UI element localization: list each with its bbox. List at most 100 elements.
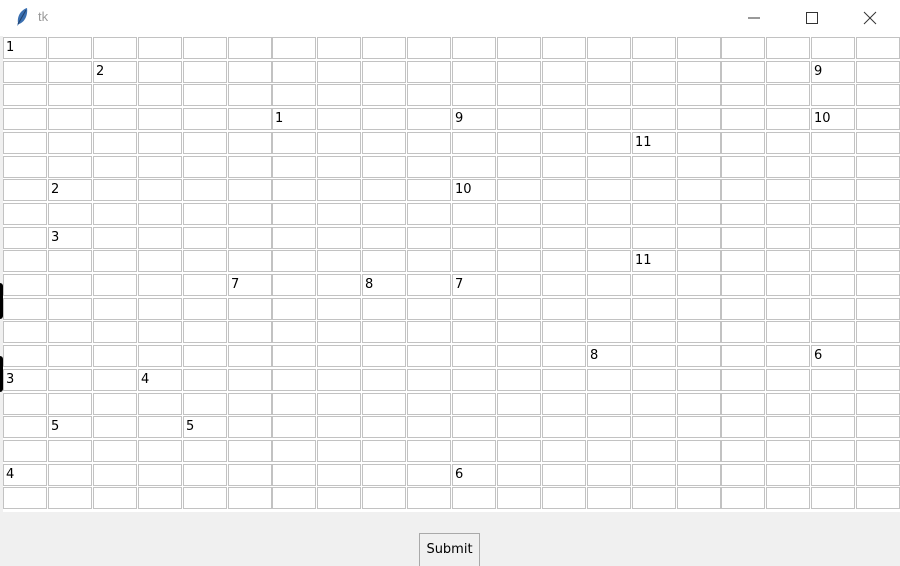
- grid-cell[interactable]: [766, 487, 810, 509]
- grid-cell[interactable]: [48, 108, 92, 130]
- grid-cell[interactable]: [721, 274, 765, 296]
- grid-cell[interactable]: [317, 298, 361, 320]
- grid-cell[interactable]: [183, 369, 227, 391]
- grid-cell[interactable]: [3, 345, 47, 367]
- grid-cell[interactable]: [228, 250, 272, 272]
- grid-cell[interactable]: [317, 108, 361, 130]
- grid-cell[interactable]: [93, 321, 137, 343]
- grid-cell[interactable]: [228, 227, 272, 249]
- grid-cell[interactable]: [48, 274, 92, 296]
- grid-cell[interactable]: [677, 108, 721, 130]
- grid-cell[interactable]: [677, 321, 721, 343]
- grid-cell[interactable]: [632, 156, 676, 178]
- grid-cell[interactable]: [452, 132, 496, 154]
- grid-cell[interactable]: [811, 487, 855, 509]
- grid-cell[interactable]: [677, 179, 721, 201]
- grid-cell[interactable]: [766, 132, 810, 154]
- grid-cell[interactable]: [93, 132, 137, 154]
- grid-cell[interactable]: [452, 250, 496, 272]
- grid-cell[interactable]: [721, 464, 765, 486]
- grid-cell[interactable]: [3, 321, 47, 343]
- grid-cell[interactable]: [811, 440, 855, 462]
- grid-cell[interactable]: [362, 345, 406, 367]
- grid-cell[interactable]: [677, 464, 721, 486]
- grid-cell[interactable]: [766, 345, 810, 367]
- grid-cell[interactable]: [228, 369, 272, 391]
- grid-cell[interactable]: [183, 132, 227, 154]
- grid-cell[interactable]: [272, 37, 316, 59]
- grid-cell[interactable]: [766, 37, 810, 59]
- grid-cell[interactable]: [138, 250, 182, 272]
- grid-cell[interactable]: [587, 132, 631, 154]
- grid-cell[interactable]: [721, 37, 765, 59]
- grid-cell[interactable]: [587, 61, 631, 83]
- grid-cell[interactable]: [407, 61, 451, 83]
- grid-cell[interactable]: [183, 61, 227, 83]
- grid-cell[interactable]: [721, 416, 765, 438]
- grid-cell[interactable]: 2: [93, 61, 137, 83]
- grid-cell[interactable]: [856, 227, 900, 249]
- grid-cell[interactable]: [3, 203, 47, 225]
- grid-cell[interactable]: 4: [138, 369, 182, 391]
- grid-cell[interactable]: [452, 37, 496, 59]
- grid-cell[interactable]: [48, 203, 92, 225]
- grid-cell[interactable]: [856, 250, 900, 272]
- grid-cell[interactable]: [721, 156, 765, 178]
- grid-cell[interactable]: [542, 156, 586, 178]
- grid-cell[interactable]: [3, 487, 47, 509]
- grid-cell[interactable]: [677, 440, 721, 462]
- grid-cell[interactable]: [93, 298, 137, 320]
- grid-cell[interactable]: [272, 369, 316, 391]
- grid-cell[interactable]: [632, 487, 676, 509]
- grid-cell[interactable]: [811, 250, 855, 272]
- grid-cell[interactable]: [362, 464, 406, 486]
- grid-cell[interactable]: [228, 345, 272, 367]
- grid-cell[interactable]: [362, 440, 406, 462]
- grid-cell[interactable]: [317, 37, 361, 59]
- grid-cell[interactable]: [856, 369, 900, 391]
- grid-cell[interactable]: [228, 203, 272, 225]
- grid-cell[interactable]: [362, 487, 406, 509]
- grid-cell[interactable]: [856, 108, 900, 130]
- grid-cell[interactable]: [677, 298, 721, 320]
- grid-cell[interactable]: [721, 440, 765, 462]
- grid-cell[interactable]: [677, 132, 721, 154]
- grid-cell[interactable]: [452, 487, 496, 509]
- grid-cell[interactable]: [542, 345, 586, 367]
- grid-cell[interactable]: [542, 487, 586, 509]
- grid-cell[interactable]: [407, 464, 451, 486]
- grid-cell[interactable]: [721, 227, 765, 249]
- grid-cell[interactable]: [587, 203, 631, 225]
- grid-cell[interactable]: [497, 274, 541, 296]
- grid-cell[interactable]: [497, 298, 541, 320]
- grid-cell[interactable]: [3, 416, 47, 438]
- grid-cell[interactable]: [3, 393, 47, 415]
- grid-cell[interactable]: [183, 345, 227, 367]
- grid-cell[interactable]: [317, 440, 361, 462]
- grid-cell[interactable]: [811, 156, 855, 178]
- grid-cell[interactable]: [497, 108, 541, 130]
- grid-cell[interactable]: [587, 393, 631, 415]
- grid-cell[interactable]: [272, 440, 316, 462]
- grid-cell[interactable]: [3, 440, 47, 462]
- grid-cell[interactable]: [587, 464, 631, 486]
- grid-cell[interactable]: [3, 298, 47, 320]
- grid-cell[interactable]: [497, 203, 541, 225]
- grid-cell[interactable]: [766, 369, 810, 391]
- grid-cell[interactable]: [542, 464, 586, 486]
- grid-cell[interactable]: [632, 393, 676, 415]
- minimize-button[interactable]: [725, 0, 783, 36]
- grid-cell[interactable]: [138, 156, 182, 178]
- grid-cell[interactable]: [228, 179, 272, 201]
- grid-cell[interactable]: [856, 203, 900, 225]
- grid-cell[interactable]: [48, 464, 92, 486]
- grid-cell[interactable]: [228, 321, 272, 343]
- grid-cell[interactable]: [542, 274, 586, 296]
- grid-cell[interactable]: [228, 393, 272, 415]
- grid-cell[interactable]: [766, 84, 810, 106]
- grid-cell[interactable]: [452, 321, 496, 343]
- grid-cell[interactable]: 3: [48, 227, 92, 249]
- grid-cell[interactable]: [766, 203, 810, 225]
- grid-cell[interactable]: [811, 393, 855, 415]
- grid-cell[interactable]: [856, 393, 900, 415]
